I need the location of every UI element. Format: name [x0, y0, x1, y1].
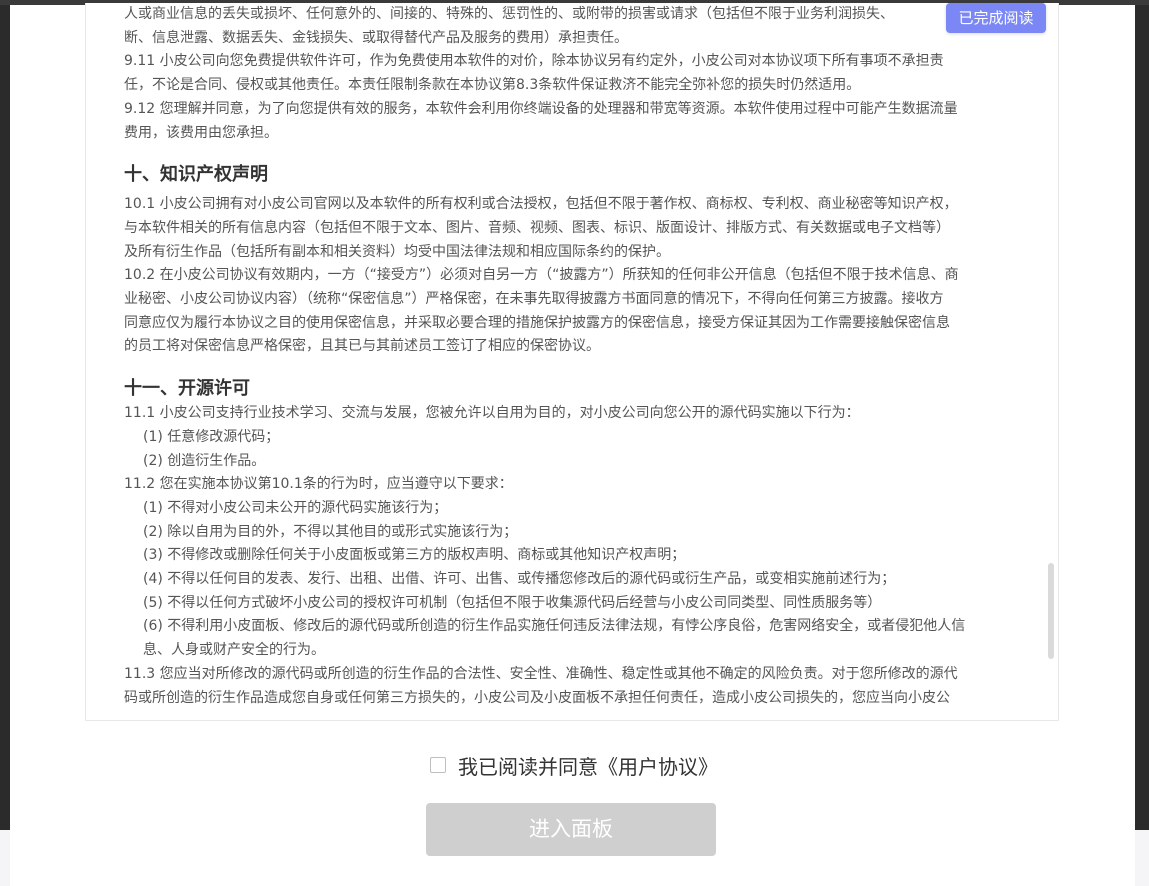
agreement-line: 业秘密、小皮公司协议内容）（统称“保密信息”）严格保密，在未事先取得披露方书面同… [124, 291, 944, 308]
agree-label[interactable]: 我已阅读并同意《用户协议》 [458, 751, 718, 780]
agreement-line: (4) 不得以任何目的发表、发行、出租、出借、许可、出售、或传播您修改后的源代码… [143, 571, 896, 588]
agreement-line: (3) 不得修改或删除任何关于小皮面板或第三方的版权声明、商标或其他知识产权声明… [143, 547, 686, 564]
agreement-line: 人或商业信息的丢失或损坏、任何意外的、间接的、特殊的、惩罚性的、或附带的损害或请… [124, 6, 894, 22]
agreement-line: 的员工将对保密信息严格保密，且其已与其前述员工签订了相应的保密协议。 [124, 338, 600, 355]
content-scrollbar[interactable] [1048, 563, 1054, 659]
agreement-line: (6) 不得利用小皮面板、修改后的源代码或所创造的衍生作品实施任何违反法律法规，… [143, 618, 966, 635]
agreement-line: 9.11 小皮公司向您免费提供软件许可，作为免费使用本软件的对价，除本协议另有约… [124, 53, 944, 70]
agreement-line: 息、人身或财产安全的行为。 [143, 642, 325, 659]
agreement-line: (2) 创造衍生作品。 [143, 452, 266, 469]
agreement-line: 9.12 您理解并同意，为了向您提供有效的服务，本软件会利用你终端设备的处理器和… [124, 100, 958, 117]
read-complete-badge[interactable]: 已完成阅读 [946, 3, 1046, 33]
agreement-line: 断、信息泄露、数据丢失、金钱损失、或取得替代产品及服务的费用）承担责任。 [124, 29, 628, 46]
agreement-line: 10.2 在小皮公司协议有效期内，一方（“接受方”）必须对自另一方（“披露方”）… [124, 267, 959, 284]
enter-panel-button[interactable]: 进入面板 [426, 803, 716, 856]
agreement-text: 人或商业信息的丢失或损坏、任何意外的、间接的、特殊的、惩罚性的、或附带的损害或请… [124, 3, 1029, 710]
agreement-line: 11.2 您在实施本协议第10.1条的行为时，应当遵守以下要求： [124, 476, 513, 493]
agreement-line: 费用，该费用由您承担。 [124, 124, 278, 141]
agree-row[interactable]: 我已阅读并同意《用户协议》 [430, 750, 718, 780]
agree-checkbox[interactable] [430, 757, 446, 773]
agreement-line: (5) 不得以任何方式破坏小皮公司的授权许可机制（包括但不限于收集源代码后经营与… [143, 594, 882, 611]
agreement-content[interactable]: 人或商业信息的丢失或损坏、任何意外的、间接的、特殊的、惩罚性的、或附带的损害或请… [85, 3, 1059, 721]
agreement-line: 与本软件相关的所有信息内容（包括但不限于文本、图片、音频、视频、图表、标识、版面… [124, 219, 950, 236]
agreement-line: 码或所创造的衍生作品造成您自身或任何第三方损失的，小皮公司及小皮面板不承担任何责… [124, 689, 950, 706]
agreement-line: 10.1 小皮公司拥有对小皮公司官网以及本软件的所有权利或合法授权，包括但不限于… [124, 196, 958, 213]
section-10-title: 十、知识产权声明 [124, 164, 268, 186]
section-11-title: 十一、开源许可 [124, 378, 250, 400]
agreement-line: (1) 任意修改源代码； [143, 428, 280, 445]
agreement-line: 同意应仅为履行本协议之目的使用保密信息，并采取必要合理的措施保护披露方的保密信息… [124, 314, 950, 331]
agreement-line: (2) 除以自用为目的外，不得以其他目的或形式实施该行为； [143, 523, 518, 540]
agreement-line: 任，不论是合同、侵权或其他责任。本责任限制条款在本协议第8.3条软件保证救济不能… [124, 77, 861, 94]
agreement-line: 11.3 您应当对所修改的源代码或所创造的衍生作品的合法性、安全性、准确性、稳定… [124, 665, 958, 682]
agreement-line: 及所有衍生作品（包括所有副本和相关资料）均受中国法律法规和相应国际条约的保护。 [124, 243, 670, 260]
agreement-line: 11.1 小皮公司支持行业技术学习、交流与发展，您被允许以自用为目的，对小皮公司… [124, 405, 860, 422]
agreement-dialog: 人或商业信息的丢失或损坏、任何意外的、间接的、特殊的、惩罚性的、或附带的损害或请… [10, 3, 1135, 886]
agreement-line: (1) 不得对小皮公司未公开的源代码实施该行为； [143, 499, 448, 516]
